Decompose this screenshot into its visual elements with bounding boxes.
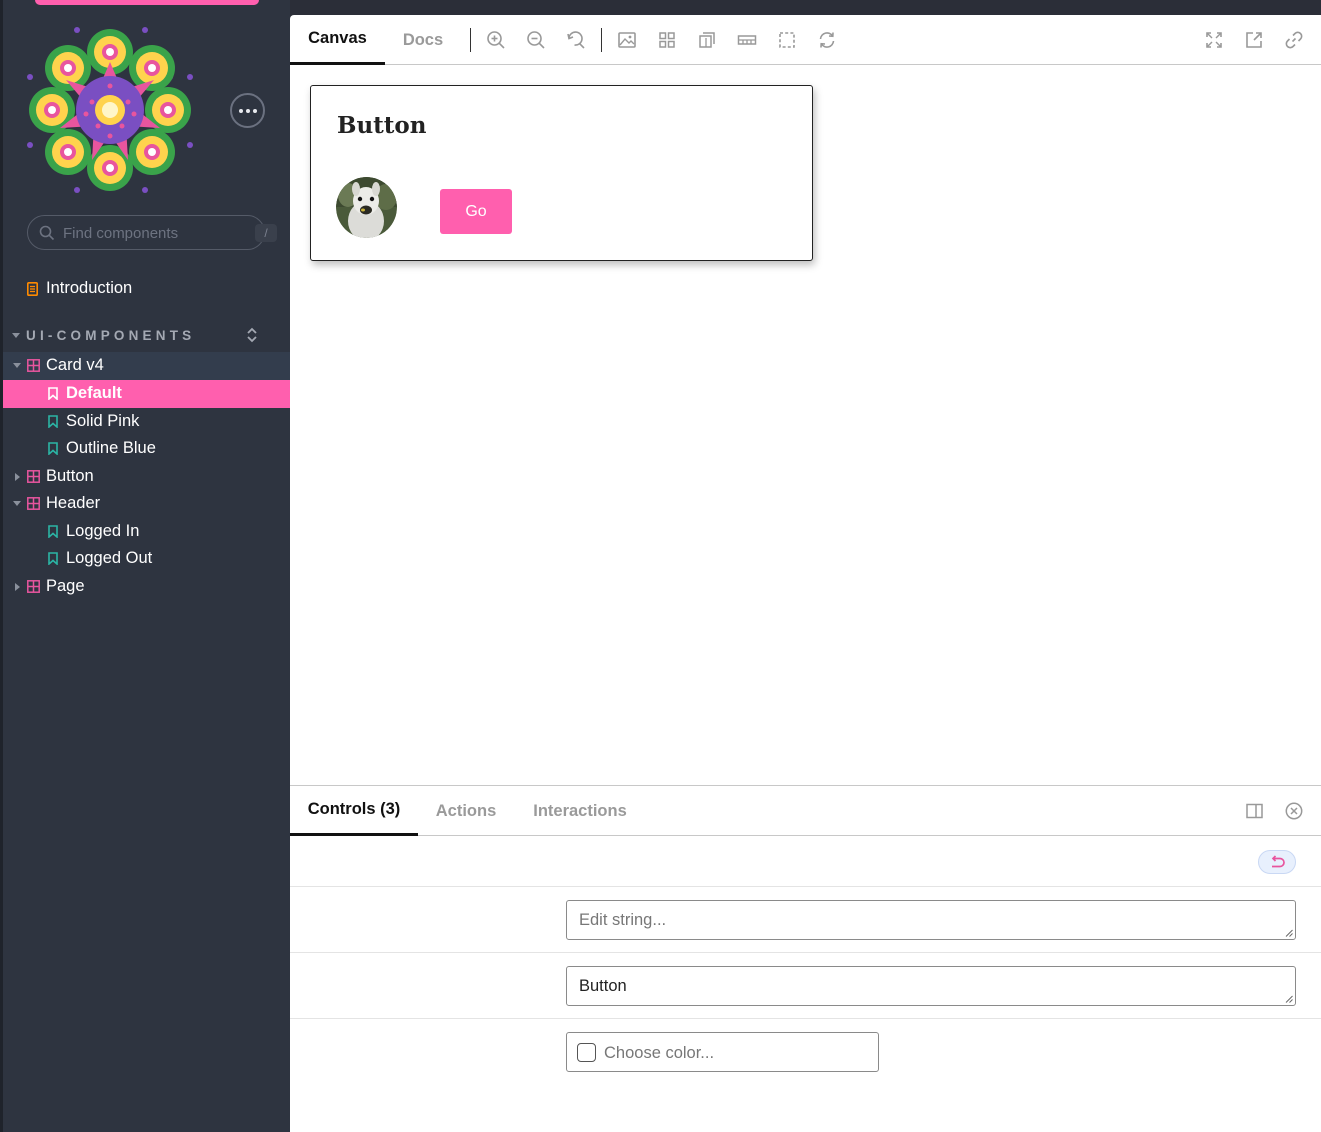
addons-panel: Controls (3) Actions Interactions Choose… [290, 785, 1321, 1132]
measure-icon[interactable] [737, 30, 757, 50]
sidebar-item-label: Logged Out [66, 549, 153, 567]
color-picker[interactable]: Choose color... [566, 1032, 879, 1072]
bookmark-icon [48, 442, 58, 455]
sidebar-item-label: Card v4 [46, 356, 104, 374]
sidebar-item-logged-in[interactable]: Logged In [3, 518, 290, 546]
zoom-in-icon[interactable] [486, 30, 506, 50]
label-control-input[interactable] [566, 966, 1296, 1006]
dot-icon [238, 108, 243, 113]
bookmark-icon [48, 552, 58, 565]
caret-right-icon [15, 583, 20, 591]
main-panel: Canvas Docs Button Go Controls (3) Actio… [290, 15, 1321, 1132]
open-new-tab-icon[interactable] [1244, 30, 1264, 50]
tab-canvas[interactable]: Canvas [290, 15, 385, 65]
grid-icon[interactable] [657, 30, 677, 50]
panel-orientation-icon[interactable] [1246, 803, 1263, 819]
bookmark-icon [48, 415, 58, 428]
reset-controls-button[interactable] [1258, 850, 1296, 874]
toolbar-divider [601, 28, 602, 52]
control-row-color: Choose color... [290, 1019, 1321, 1085]
remount-icon[interactable] [817, 30, 837, 50]
sidebar-item-label: Outline Blue [66, 439, 156, 457]
caret-right-icon [15, 473, 20, 481]
outline-icon[interactable] [777, 30, 797, 50]
section-label: UI-COMPONENTS [26, 328, 196, 343]
sidebar-item-page[interactable]: Page [3, 573, 290, 601]
toolbar-divider [470, 28, 471, 52]
control-row-label [290, 953, 1321, 1019]
sidebar-item-label: Logged In [66, 522, 140, 540]
fullscreen-icon[interactable] [1204, 30, 1224, 50]
sidebar: / Introduction UI-COMPONENTS Card v4 Def… [0, 0, 290, 1132]
sidebar-item-label: Header [46, 494, 101, 512]
dot-icon [245, 108, 250, 113]
sidebar-section-ui-components[interactable]: UI-COMPONENTS [10, 326, 270, 346]
sidebar-item-label: Page [46, 577, 85, 595]
sidebar-item-logged-out[interactable]: Logged Out [3, 545, 290, 573]
search-input[interactable] [63, 223, 233, 243]
top-accent-bar [35, 0, 259, 5]
tab-docs[interactable]: Docs [385, 15, 461, 65]
component-icon [27, 580, 40, 593]
preview-canvas: Button Go [290, 66, 1321, 785]
component-icon [27, 359, 40, 372]
component-icon [27, 470, 40, 483]
sidebar-item-card-v4[interactable]: Card v4 [3, 352, 290, 380]
sidebar-item-button[interactable]: Button [3, 463, 290, 491]
bookmark-icon [48, 387, 58, 400]
caret-down-icon [13, 363, 21, 368]
color-swatch[interactable] [577, 1043, 596, 1062]
sidebar-item-default[interactable]: Default [3, 380, 290, 408]
controls-reset-row [290, 837, 1321, 887]
more-options-button[interactable] [230, 93, 265, 128]
card-title: Button [337, 112, 427, 139]
close-panel-icon[interactable] [1285, 802, 1303, 820]
card-component: Button Go [310, 85, 813, 261]
sidebar-item-label: Introduction [46, 279, 133, 297]
preview-toolbar: Canvas Docs [290, 15, 1321, 65]
caret-down-icon [12, 333, 20, 338]
search-box[interactable]: / [27, 215, 277, 250]
color-placeholder: Choose color... [604, 1044, 715, 1062]
undo-icon [1271, 855, 1285, 868]
resize-grip-icon[interactable] [1285, 995, 1293, 1003]
copy-link-icon[interactable] [1284, 30, 1304, 50]
expand-collapse-icon[interactable] [245, 326, 259, 344]
control-row-string [290, 887, 1321, 953]
tab-actions[interactable]: Actions [421, 786, 511, 836]
sidebar-item-solid-pink[interactable]: Solid Pink [3, 408, 290, 436]
addons-tabbar: Controls (3) Actions Interactions [290, 786, 1321, 836]
string-control-input[interactable] [566, 900, 1296, 940]
document-icon [27, 282, 38, 296]
tab-interactions[interactable]: Interactions [518, 786, 642, 836]
search-shortcut-hint: / [255, 224, 277, 242]
sidebar-item-introduction[interactable]: Introduction [3, 275, 290, 303]
sidebar-item-label: Default [66, 384, 122, 402]
brand-logo[interactable] [22, 22, 200, 200]
sidebar-item-label: Button [46, 467, 94, 485]
sidebar-item-header[interactable]: Header [3, 490, 290, 518]
resize-grip-icon[interactable] [1285, 929, 1293, 937]
zoom-out-icon[interactable] [526, 30, 546, 50]
sidebar-item-outline-blue[interactable]: Outline Blue [3, 435, 290, 463]
go-button[interactable]: Go [440, 189, 512, 234]
bookmark-icon [48, 525, 58, 538]
tab-controls[interactable]: Controls (3) [290, 786, 418, 836]
search-icon [39, 225, 55, 241]
zoom-reset-icon[interactable] [566, 30, 586, 50]
avatar [336, 177, 397, 238]
viewport-icon[interactable] [697, 30, 717, 50]
component-icon [27, 497, 40, 510]
background-icon[interactable] [617, 30, 637, 50]
sidebar-item-label: Solid Pink [66, 412, 140, 430]
caret-down-icon [13, 501, 21, 506]
dot-icon [252, 108, 257, 113]
